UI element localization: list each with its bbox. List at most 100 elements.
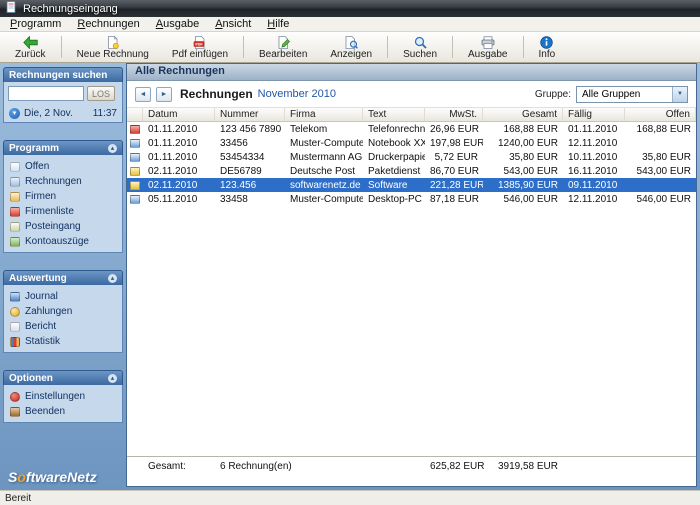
view-title: Alle Rechnungen [127,64,696,81]
menu-item-ausgabe[interactable]: Ausgabe [148,18,207,30]
menu-item-ansicht[interactable]: Ansicht [207,18,259,30]
view-button[interactable]: Anzeigen [319,33,383,61]
section-programm: Programm ▴ Offen Rechnungen Firmen Firmenlist… [3,140,123,253]
footer-gesamt-total: 3919,58 EUR [497,461,558,472]
cell: 543,00 EUR [636,165,691,177]
column-header-icon[interactable] [127,108,143,121]
search-section: Rechnungen suchen LOS ▾ Die, 2 Nov. 11:3… [3,67,123,123]
toolbar-label: Neue Rechnung [76,48,149,60]
section-title: Optionen [9,372,53,384]
cell: 01.11.2010 [148,123,198,135]
exit-icon [10,406,20,417]
section-title: Auswertung [9,272,67,284]
collapse-section-button[interactable]: ▴ [108,373,117,383]
sidebar-item-label: Beenden [25,406,66,417]
next-month-button[interactable]: ► [156,86,172,102]
date-display: ▾ Die, 2 Nov. 11:37 [8,107,118,119]
section-panel: Einstellungen Beenden [3,385,123,423]
search-panel: LOS ▾ Die, 2 Nov. 11:37 [3,82,123,123]
new-document-icon [108,35,119,49]
menu-item-rechnungen[interactable]: Rechnungen [69,18,147,30]
edit-pencil-icon [278,35,290,49]
edit-button[interactable]: Bearbeiten [248,33,318,61]
cell: Muster-Computer [290,137,363,149]
calendar-icon[interactable]: ▾ [9,108,20,119]
back-arrow-icon [23,35,38,49]
search-section-header: Rechnungen suchen [3,67,123,82]
sidebar-item-beenden[interactable]: Beenden [8,404,118,419]
sidebar-item-offen[interactable]: Offen [8,159,118,174]
sidebar-item-kontoauszüge[interactable]: Kontoauszüge [8,234,118,249]
column-header-gesamt[interactable]: Gesamt [483,108,563,121]
section-title: Rechnungen suchen [9,69,108,81]
cell: 123 456 7890 [220,123,282,135]
sidebar-item-label: Bericht [25,321,57,332]
report-icon [10,321,20,332]
cell: softwarenetz.de [290,179,361,191]
toolbar-separator [522,36,524,58]
logo-part: ftwareNetz [25,469,97,485]
cell: 33456 [220,137,248,149]
invoice-row[interactable]: 01.11.2010 53454334 Mustermann AG Druckerpa… [127,150,696,164]
sidebar-item-posteingang[interactable]: Posteingang [8,219,118,234]
logo-part: S [8,469,18,485]
invoice-row[interactable]: 02.11.2010 DE56789 Deutsche Post Paketdiens… [127,164,696,178]
invoice-table: Datum Nummer Firma Text MwSt. Gesamt Fällig Off… [127,107,696,456]
invoice-row[interactable]: 01.11.2010 123 456 7890 Telekom Telefonrech… [127,122,696,136]
invoice-row[interactable]: 02.11.2010 123.456 softwarenetz.de Software… [127,178,696,192]
toolbar-label: Ausgabe [468,48,508,60]
invoice-yellow-icon [130,166,140,176]
pdf-icon: PDF [194,35,205,49]
insert-pdf-button[interactable]: PDF Pdf einfügen [161,33,239,61]
search-button[interactable]: Suchen [392,33,448,61]
section-header-programm: Programm ▴ [3,140,123,155]
sidebar-item-firmen[interactable]: Firmen [8,189,118,204]
invoice-red-icon [130,124,140,134]
menu-item-programm[interactable]: Programm [2,18,69,30]
cell: DE56789 [220,165,262,177]
cell: 02.11.2010 [148,165,198,177]
prev-month-button[interactable]: ◄ [135,86,151,102]
new-invoice-button[interactable]: Neue Rechnung [66,33,160,61]
table-footer: Gesamt: 6 Rechnung(en) 625,82 EUR 3919,5… [127,456,696,476]
column-header-datum[interactable]: Datum [143,108,215,121]
sidebar-item-bericht[interactable]: Bericht [8,319,118,334]
sidebar-item-einstellungen[interactable]: Einstellungen [8,389,118,404]
sidebar-item-firmenliste[interactable]: Firmenliste [8,204,118,219]
sidebar-item-journal[interactable]: Journal [8,289,118,304]
statistics-icon [10,336,20,347]
cell: 1240,00 EUR [497,137,558,149]
menu-item-hilfe[interactable]: Hilfe [259,18,297,30]
search-input[interactable] [8,86,84,101]
sidebar-item-rechnungen[interactable]: Rechnungen [8,174,118,189]
svg-text:PDF: PDF [196,42,204,46]
group-dropdown[interactable]: Alle Gruppen ▼ [576,85,688,103]
cell: 09.11.2010 [568,179,618,191]
collapse-section-button[interactable]: ▴ [108,273,117,283]
cell: Software [368,179,408,191]
search-go-button[interactable]: LOS [87,86,115,101]
column-header-fällig[interactable]: Fällig [563,108,625,121]
logo-part: o [17,469,26,485]
column-header-offen[interactable]: Offen [625,108,696,121]
collapse-section-button[interactable]: ▴ [108,143,117,153]
cell: 1385,90 EUR [497,179,558,191]
sidebar-item-statistik[interactable]: Statistik [8,334,118,349]
invoice-row[interactable]: 05.11.2010 33458 Muster-Computer Desktop-PC… [127,192,696,206]
sidebar: Rechnungen suchen LOS ▾ Die, 2 Nov. 11:3… [3,63,123,487]
column-header-text[interactable]: Text [363,108,425,121]
invoice-row[interactable]: 01.11.2010 33456 Muster-Computer Notebook X… [127,136,696,150]
period-link[interactable]: November 2010 [258,88,336,100]
company-list-icon [10,206,20,217]
column-header-mwst[interactable]: MwSt. [425,108,483,121]
column-header-firma[interactable]: Firma [285,108,363,121]
sidebar-item-zahlungen[interactable]: Zahlungen [8,304,118,319]
column-header-nummer[interactable]: Nummer [215,108,285,121]
back-button[interactable]: Zurück [4,33,57,61]
sidebar-item-label: Zahlungen [25,306,73,317]
cell: 26,96 EUR [430,123,479,135]
cell: 197,98 EUR [430,137,483,149]
output-button[interactable]: Ausgabe [457,33,518,61]
subheader: ◄ ► Rechnungen November 2010 Gruppe: All… [127,81,696,107]
info-button[interactable]: Info [528,33,567,61]
